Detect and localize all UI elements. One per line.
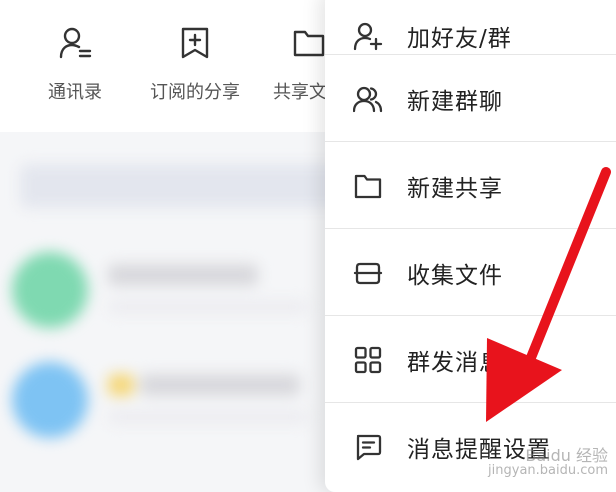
subscribed-shares-action[interactable]: 订阅的分享 bbox=[140, 26, 250, 104]
collect-files-icon bbox=[353, 262, 383, 284]
new-share-folder-icon bbox=[354, 174, 382, 198]
menu-item-new-group-chat[interactable]: 新建群聊 bbox=[325, 55, 616, 142]
plus-popup-menu: 加好友/群 新建群聊 新建共享 收集文件 群发消息 消息提醒设置 bbox=[325, 0, 616, 492]
folder-icon bbox=[293, 30, 325, 57]
list-item-subtitle bbox=[108, 410, 308, 424]
add-friend-icon bbox=[353, 22, 383, 50]
menu-item-label: 群发消息 bbox=[407, 349, 503, 376]
watermark-brand: Baidu 经验 bbox=[525, 446, 608, 465]
menu-item-broadcast-message[interactable]: 群发消息 bbox=[325, 316, 616, 403]
group-chat-icon bbox=[353, 86, 383, 112]
menu-item-new-share[interactable]: 新建共享 bbox=[325, 142, 616, 229]
message-reminder-icon bbox=[356, 434, 382, 460]
avatar bbox=[12, 362, 88, 438]
subscribed-shares-label: 订阅的分享 bbox=[150, 82, 240, 103]
watermark-url: jingyan.baidu.com bbox=[488, 463, 608, 478]
list-item-tag bbox=[108, 374, 134, 396]
contacts-action[interactable]: 通讯录 bbox=[20, 26, 130, 104]
list-item-title bbox=[108, 264, 258, 286]
contacts-label: 通讯录 bbox=[48, 82, 102, 103]
list-item-subtitle bbox=[108, 300, 308, 314]
avatar bbox=[12, 252, 88, 328]
bookmark-add-icon bbox=[181, 27, 209, 59]
menu-item-collect-files[interactable]: 收集文件 bbox=[325, 229, 616, 316]
contacts-icon bbox=[59, 27, 92, 59]
grid-broadcast-icon bbox=[354, 346, 382, 373]
list-item-title bbox=[140, 374, 300, 396]
menu-item-label: 加好友/群 bbox=[407, 25, 512, 52]
menu-item-label: 收集文件 bbox=[407, 262, 503, 289]
menu-item-label: 新建群聊 bbox=[407, 88, 503, 115]
menu-item-label: 新建共享 bbox=[407, 175, 503, 202]
watermark: Baidu 经验 jingyan.baidu.com bbox=[488, 446, 608, 479]
